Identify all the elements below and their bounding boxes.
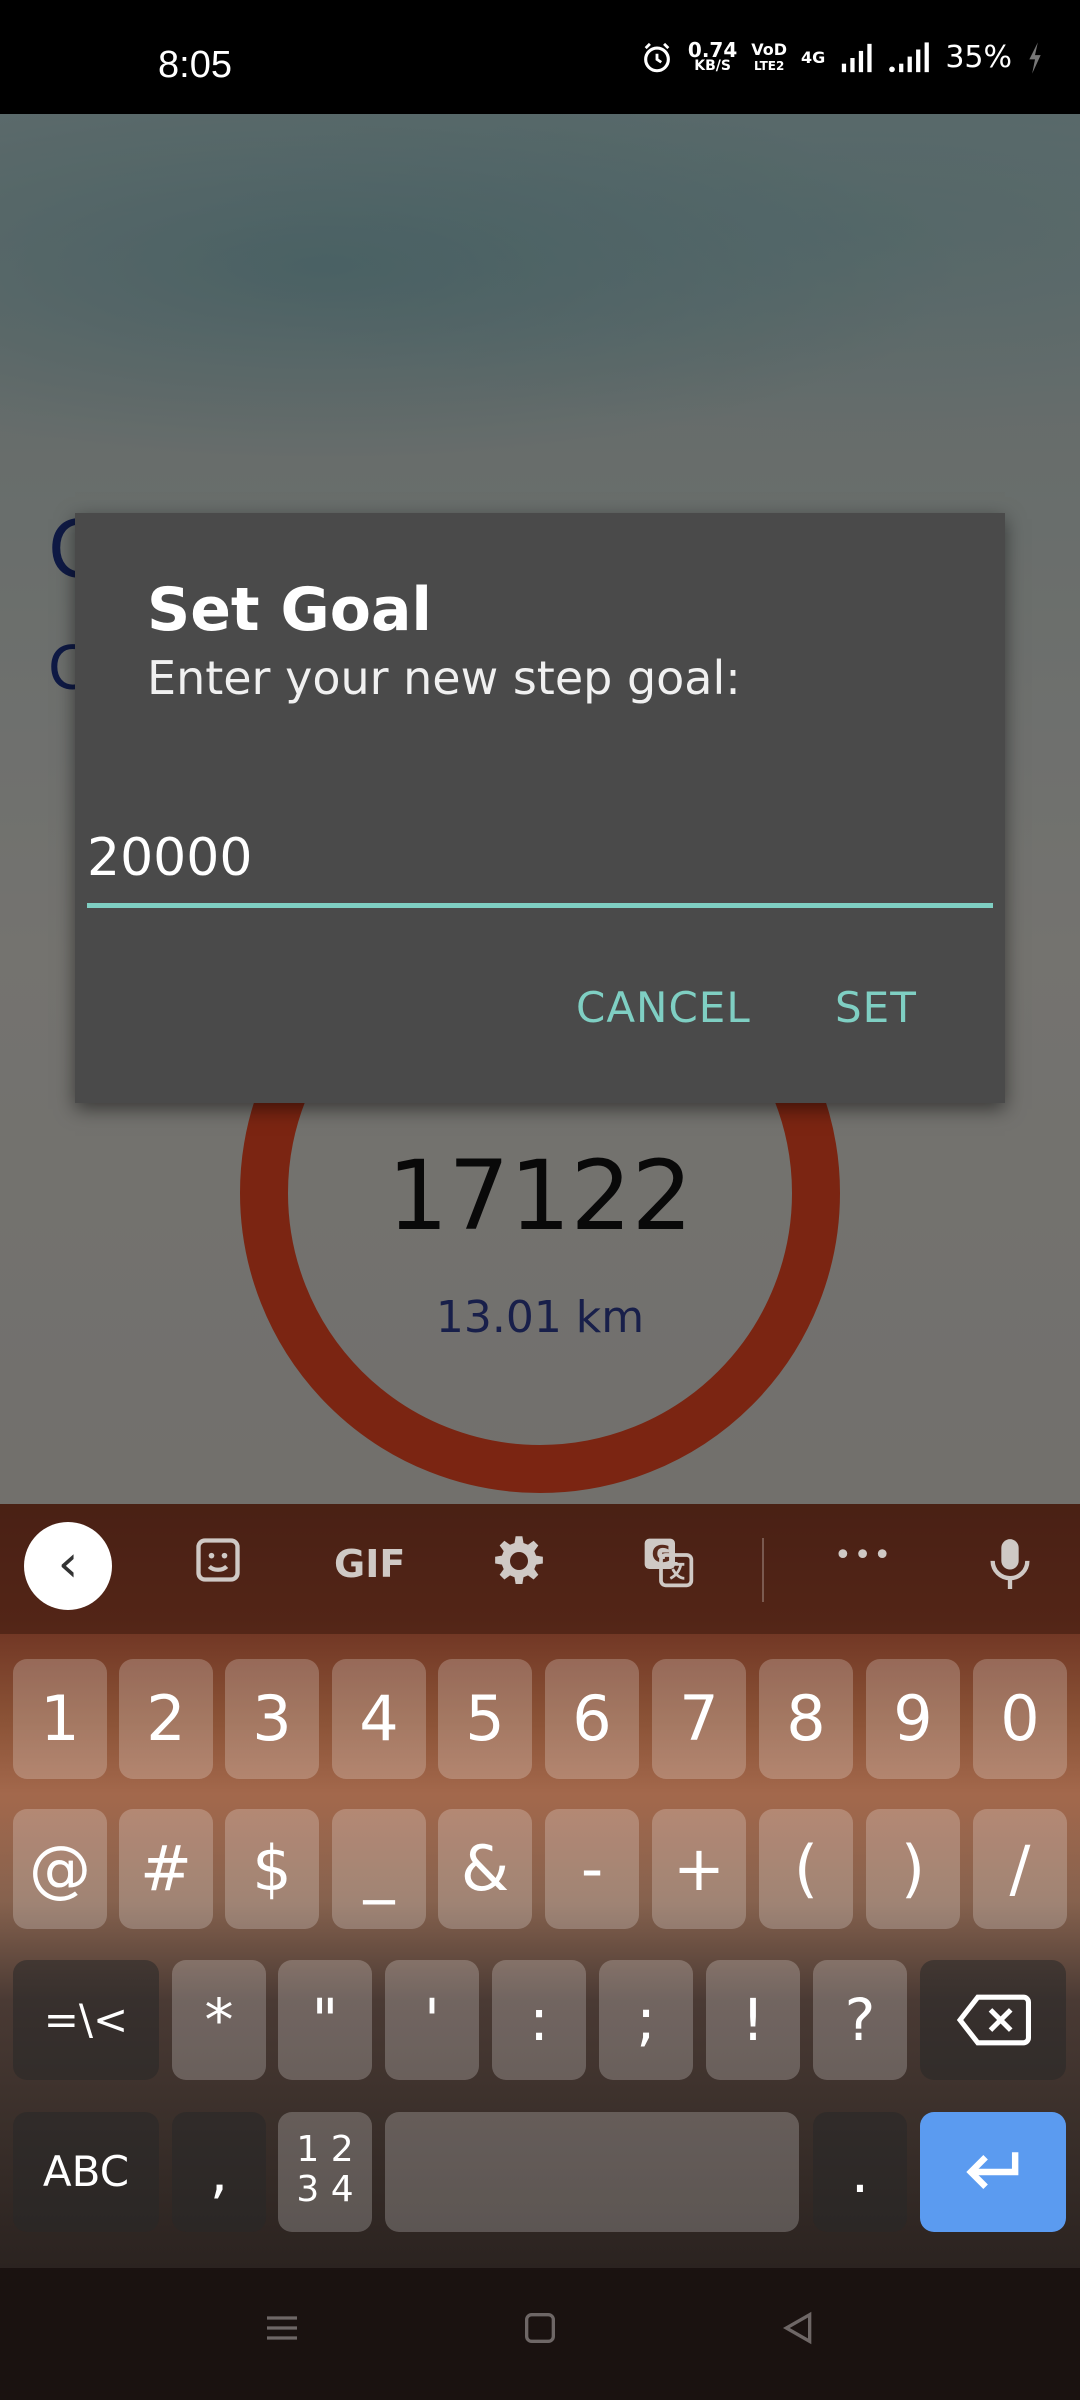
key-underscore[interactable]: _ xyxy=(332,1809,426,1929)
navigation-bar xyxy=(0,2268,1080,2400)
key-8[interactable]: 8 xyxy=(759,1659,853,1779)
backspace-icon xyxy=(956,1994,1031,2046)
key-colon[interactable]: : xyxy=(492,1960,586,2080)
key-semicolon[interactable]: ; xyxy=(599,1960,693,2080)
charging-icon xyxy=(1029,41,1041,74)
status-bar: 8:05 0.74 KB/S VoD LTE2 4G 35% xyxy=(0,0,1080,114)
speed-value: 0.74 xyxy=(687,37,738,62)
keyboard: ‹ GIF G ••• 1 2 3 4 5 6 7 8 9 0 @ # $ _ … xyxy=(0,1504,1080,2268)
status-time: 8:05 xyxy=(158,44,232,86)
numpad-key[interactable]: 1 2 3 4 xyxy=(278,2112,372,2232)
status-icons: 0.74 KB/S VoD LTE2 4G 35% xyxy=(640,40,1044,75)
key-9[interactable]: 9 xyxy=(866,1659,960,1779)
key-1[interactable]: 1 xyxy=(13,1659,107,1779)
key-6[interactable]: 6 xyxy=(545,1659,639,1779)
key-slash[interactable]: / xyxy=(973,1809,1067,1929)
numpad-label-top: 1 2 xyxy=(296,2129,354,2170)
keyboard-toolbar: ‹ GIF G ••• xyxy=(0,1504,1080,1634)
dialog-message: Enter your new step goal: xyxy=(147,651,741,705)
menu-icon[interactable] xyxy=(262,2308,302,2348)
key-4[interactable]: 4 xyxy=(332,1659,426,1779)
key-2[interactable]: 2 xyxy=(119,1659,213,1779)
key-0[interactable]: 0 xyxy=(973,1659,1067,1779)
lte-label: LTE2 xyxy=(753,58,785,73)
alarm-icon xyxy=(644,42,670,72)
key-exclamation[interactable]: ! xyxy=(706,1960,800,2080)
dialog-title: Set Goal xyxy=(147,575,432,645)
key-dollar[interactable]: $ xyxy=(225,1809,319,1929)
key-ampersand[interactable]: & xyxy=(438,1809,532,1929)
key-at[interactable]: @ xyxy=(13,1809,107,1929)
gif-button[interactable]: GIF xyxy=(334,1542,405,1586)
more-options-icon[interactable]: ••• xyxy=(834,1538,893,1573)
back-icon[interactable]: ‹ xyxy=(24,1522,112,1610)
key-asterisk[interactable]: * xyxy=(172,1960,266,2080)
key-question[interactable]: ? xyxy=(813,1960,907,2080)
volte-label: VoD xyxy=(751,39,788,59)
key-double-quote[interactable]: " xyxy=(278,1960,372,2080)
backspace-key[interactable] xyxy=(920,1960,1066,2080)
settings-gear-icon[interactable] xyxy=(492,1534,546,1588)
network-speed: 0.74 KB/S xyxy=(687,37,738,74)
key-plus[interactable]: + xyxy=(652,1809,746,1929)
set-goal-dialog: Set Goal Enter your new step goal: CANCE… xyxy=(75,513,1005,1103)
space-key[interactable] xyxy=(385,2112,799,2232)
keyboard-row-more-symbols: =\< * " ' : ; ! ? xyxy=(0,1960,1080,2080)
key-7[interactable]: 7 xyxy=(652,1659,746,1779)
net-type: 4G xyxy=(801,47,826,67)
key-comma[interactable]: , xyxy=(172,2112,266,2232)
numpad-label-bottom: 3 4 xyxy=(296,2169,354,2210)
toolbar-divider xyxy=(762,1538,764,1602)
enter-icon xyxy=(966,2152,1019,2190)
cancel-button[interactable]: CANCEL xyxy=(576,983,751,1032)
translate-icon[interactable]: G xyxy=(640,1534,696,1590)
step-goal-input[interactable] xyxy=(87,813,993,908)
key-single-quote[interactable]: ' xyxy=(385,1960,479,2080)
key-period[interactable]: . xyxy=(813,2112,907,2232)
keyboard-row-numbers: 1 2 3 4 5 6 7 8 9 0 xyxy=(0,1659,1080,1779)
sticker-icon[interactable] xyxy=(192,1534,244,1586)
battery-percent: 35% xyxy=(945,40,1012,75)
enter-key[interactable] xyxy=(920,2112,1066,2232)
keyboard-row-symbols: @ # $ _ & - + ( ) / xyxy=(0,1809,1080,1929)
set-button[interactable]: SET xyxy=(835,983,917,1032)
key-hash[interactable]: # xyxy=(119,1809,213,1929)
abc-key[interactable]: ABC xyxy=(13,2112,159,2232)
signal-icon-2 xyxy=(889,41,930,72)
signal-icon-1 xyxy=(842,43,872,72)
home-icon[interactable] xyxy=(520,2308,560,2348)
back-nav-icon[interactable] xyxy=(778,2308,818,2348)
key-more-symbols[interactable]: =\< xyxy=(13,1960,159,2080)
speed-unit: KB/S xyxy=(694,57,731,74)
key-minus[interactable]: - xyxy=(545,1809,639,1929)
key-3[interactable]: 3 xyxy=(225,1659,319,1779)
microphone-icon[interactable] xyxy=(984,1534,1036,1592)
key-open-paren[interactable]: ( xyxy=(759,1809,853,1929)
key-5[interactable]: 5 xyxy=(438,1659,532,1779)
key-close-paren[interactable]: ) xyxy=(866,1809,960,1929)
volte-badge: VoD LTE2 xyxy=(751,39,788,74)
keyboard-row-bottom: ABC , 1 2 3 4 . xyxy=(0,2112,1080,2234)
